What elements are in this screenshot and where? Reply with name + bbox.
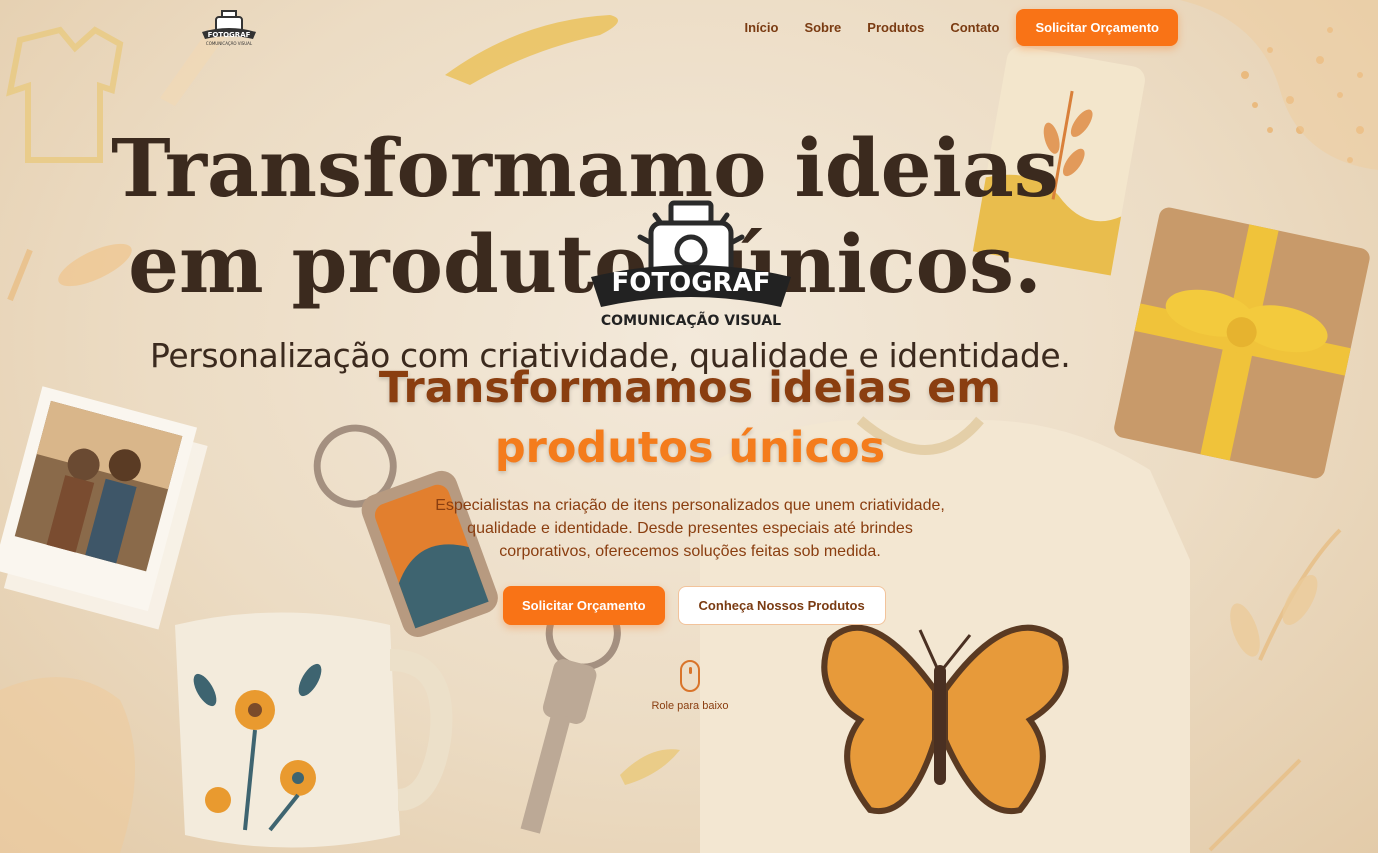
nav-link-inicio[interactable]: Início (731, 10, 791, 46)
hero-description: Especialistas na criação de itens person… (435, 497, 945, 560)
hero-quote-button[interactable]: Solicitar Orçamento (503, 586, 665, 625)
products-button[interactable]: Conheça Nossos Produtos (677, 586, 886, 625)
mouse-icon (680, 660, 700, 692)
nav-logo[interactable]: FOTOGRAF COMUNICAÇÃO VISUAL (200, 8, 258, 46)
hero-title-line1: Transformamos ideias em (378, 363, 1002, 413)
center-logo: FOTOGRAF COMUNICAÇÃO VISUAL (591, 200, 791, 329)
hero-title: Transformamos ideias em produtos únicos (330, 358, 1050, 478)
hero-actions: Solicitar Orçamento Conheça Nossos Produ… (503, 586, 886, 625)
scroll-indicator[interactable]: Role para baixo (640, 660, 740, 712)
svg-text:COMUNICAÇÃO VISUAL: COMUNICAÇÃO VISUAL (206, 41, 253, 46)
svg-text:COMUNICAÇÃO VISUAL: COMUNICAÇÃO VISUAL (601, 312, 781, 329)
nav-quote-button[interactable]: Solicitar Orçamento (1016, 9, 1178, 46)
svg-text:FOTOGRAF: FOTOGRAF (208, 31, 251, 39)
nav-link-produtos[interactable]: Produtos (854, 10, 937, 46)
nav-links: Início Sobre Produtos Contato Solicitar … (731, 9, 1178, 46)
scroll-label: Role para baixo (651, 700, 729, 712)
hero-title-line2: produtos únicos (494, 423, 886, 473)
top-navigation: FOTOGRAF COMUNICAÇÃO VISUAL Início Sobre… (0, 0, 1378, 54)
nav-link-sobre[interactable]: Sobre (791, 10, 854, 46)
svg-text:FOTOGRAF: FOTOGRAF (612, 268, 771, 298)
nav-link-contato[interactable]: Contato (937, 10, 1012, 46)
